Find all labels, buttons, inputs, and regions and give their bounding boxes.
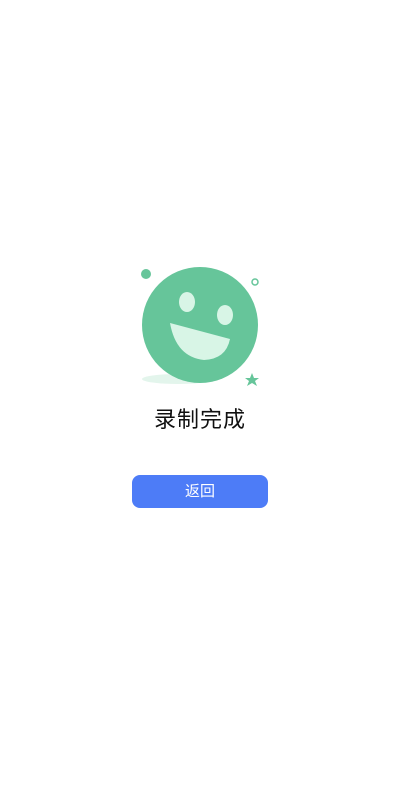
recording-complete-screen: 录制完成 返回 (0, 0, 400, 810)
smiley-face-icon (130, 262, 270, 392)
recording-complete-title: 录制完成 (153, 408, 246, 433)
back-button[interactable]: 返回 (132, 475, 268, 508)
